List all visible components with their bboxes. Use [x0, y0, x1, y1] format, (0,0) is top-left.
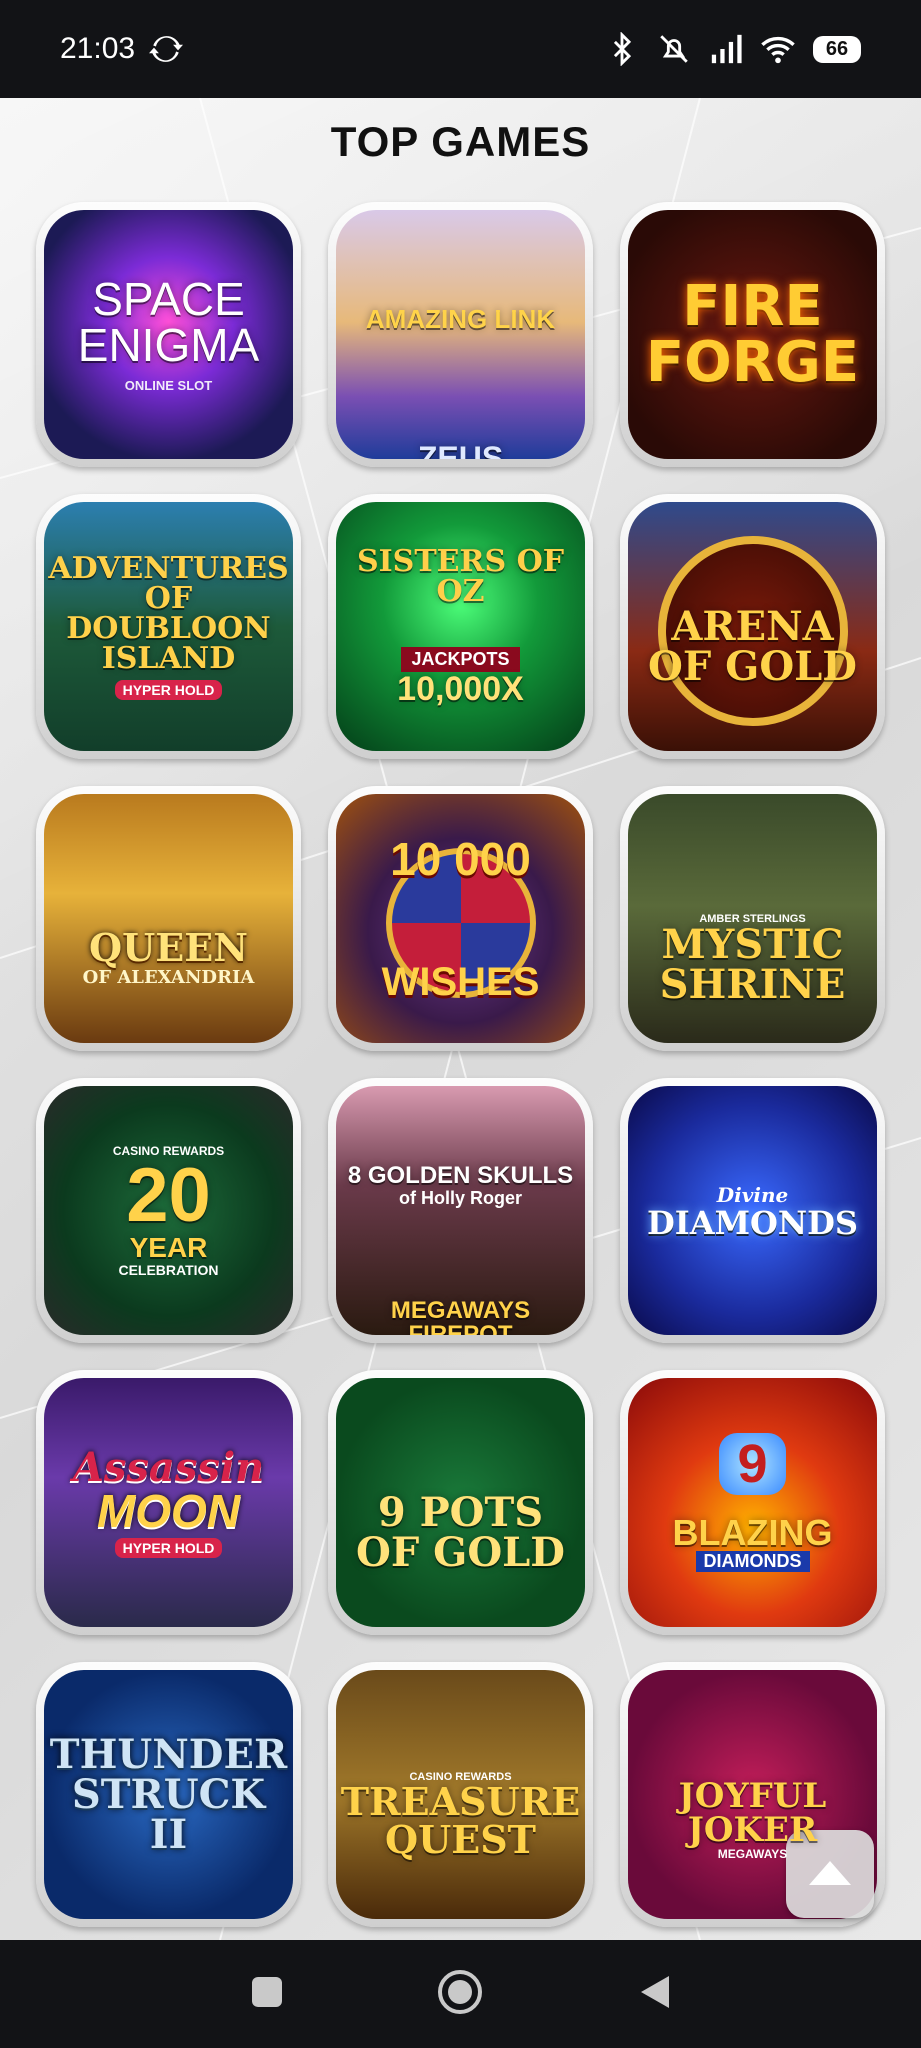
wifi-icon — [761, 32, 795, 66]
game-title: QUEEN — [89, 925, 248, 970]
sync-icon — [149, 32, 184, 66]
game-art: 9 POTS OF GOLD — [336, 1378, 585, 1627]
game-subtitle: ONLINE SLOT — [124, 378, 213, 393]
triangle-back-icon — [637, 1974, 671, 2015]
bell-muted-icon — [657, 32, 691, 66]
game-title: FIRE FORGE — [645, 273, 860, 395]
game-title: AMAZING LINK — [365, 303, 556, 334]
game-tile-9-pots-of-gold[interactable]: 9 POTS OF GOLD — [328, 1370, 593, 1635]
game-tile-arena-of-gold[interactable]: ARENA OF GOLD — [620, 494, 885, 759]
game-extra: 10,000X — [397, 670, 524, 708]
nav-home-button[interactable] — [432, 1966, 488, 2022]
game-tile-space-enigma[interactable]: SPACE ENIGMA ONLINE SLOT — [36, 202, 301, 467]
page-title: TOP GAMES — [330, 118, 591, 165]
game-tile-queen-of-alexandria[interactable]: QUEEN OF ALEXANDRIA — [36, 786, 301, 1051]
game-tile-10000-wishes[interactable]: 10 000 WISHES — [328, 786, 593, 1051]
game-art: 8 GOLDEN SKULLS of Holly Roger MEGAWAYS … — [336, 1086, 585, 1335]
game-tile-treasure-quest[interactable]: CASINO REWARDS TREASURE QUEST — [328, 1662, 593, 1927]
game-art: SPACE ENIGMA ONLINE SLOT — [44, 210, 293, 459]
game-subtitle: OF ALEXANDRIA — [82, 967, 255, 988]
game-art: FIRE FORGE — [628, 210, 877, 459]
game-extra: YEAR — [129, 1231, 208, 1263]
game-art: 10 000 WISHES — [336, 794, 585, 1043]
nav-back-button[interactable] — [626, 1966, 682, 2022]
game-tile-assassin-moon[interactable]: Assassin MOON HYPER HOLD — [36, 1370, 301, 1635]
game-art: QUEEN OF ALEXANDRIA — [44, 794, 293, 1043]
game-title: JOYFUL JOKER — [678, 1775, 827, 1850]
circle-icon — [437, 1969, 483, 2020]
game-tile-sisters-of-oz[interactable]: SISTERS OF OZ JACKPOTS 10,000X — [328, 494, 593, 759]
status-right: 66 — [605, 32, 861, 66]
game-art: AMBER STERLINGS MYSTIC SHRINE — [628, 794, 877, 1043]
game-art: CASINO REWARDS TREASURE QUEST — [336, 1670, 585, 1919]
game-title: BLAZING — [672, 1512, 833, 1553]
game-badge: HYPER HOLD — [114, 679, 223, 700]
game-title: SISTERS OF OZ — [356, 544, 565, 609]
bluetooth-icon — [605, 32, 639, 66]
game-tile-blazing-diamonds[interactable]: 9 BLAZING DIAMONDS — [620, 1370, 885, 1635]
game-title: Assassin — [72, 1443, 265, 1491]
game-subtitle: ZEUS — [417, 439, 504, 460]
game-extra: MEGAWAYS FIREPOT — [390, 1297, 531, 1336]
game-title: 9 POTS OF GOLD — [356, 1488, 565, 1576]
game-tile-divine-diamonds[interactable]: Divine DIAMONDS — [620, 1078, 885, 1343]
game-tile-mystic-shrine[interactable]: AMBER STERLINGS MYSTIC SHRINE — [620, 786, 885, 1051]
game-title: 20 — [126, 1152, 211, 1238]
status-time: 21:03 — [60, 32, 136, 65]
game-art: AMAZING LINK ZEUS — [336, 210, 585, 459]
game-title: ARENA OF GOLD — [648, 602, 857, 690]
game-subtitle: JACKPOTS — [401, 647, 520, 672]
game-subtitle: WISHES — [381, 959, 540, 1004]
game-subtitle: Divine — [716, 1182, 789, 1207]
game-art: ADVENTURES OF DOUBLOON ISLAND HYPER HOLD — [44, 502, 293, 751]
game-tile-amazing-link-zeus[interactable]: AMAZING LINK ZEUS — [328, 202, 593, 467]
game-art: Divine DIAMONDS — [628, 1086, 877, 1335]
game-title: ADVENTURES OF DOUBLOON ISLAND — [48, 550, 289, 676]
game-tile-8-golden-skulls[interactable]: 8 GOLDEN SKULLS of Holly Roger MEGAWAYS … — [328, 1078, 593, 1343]
game-extra: 9 — [719, 1433, 786, 1495]
game-tile-doubloon-island[interactable]: ADVENTURES OF DOUBLOON ISLAND HYPER HOLD — [36, 494, 301, 759]
game-art: THUNDER STRUCK II — [44, 1670, 293, 1919]
system-nav-bar — [0, 1940, 921, 2048]
status-left: 21:03 — [60, 32, 184, 66]
game-badge: HYPER HOLD — [114, 1537, 223, 1558]
game-extra: MOON — [96, 1484, 241, 1537]
game-title: DIAMONDS — [647, 1203, 858, 1242]
game-title: 10 000 — [390, 832, 531, 885]
game-title: MYSTIC SHRINE — [659, 920, 846, 1008]
game-tile-20-year-celebration[interactable]: CASINO REWARDS 20 YEAR CELEBRATION — [36, 1078, 301, 1343]
game-art: Assassin MOON HYPER HOLD — [44, 1378, 293, 1627]
game-tile-thunderstruck-ii[interactable]: THUNDER STRUCK II — [36, 1662, 301, 1927]
game-title: THUNDER STRUCK II — [49, 1730, 288, 1858]
game-tile-fire-forge[interactable]: FIRE FORGE — [620, 202, 885, 467]
game-subtitle: of Holly Roger — [398, 1188, 522, 1208]
nav-recent-button[interactable] — [239, 1966, 295, 2022]
game-title: TREASURE QUEST — [340, 1778, 581, 1862]
game-art: SISTERS OF OZ JACKPOTS 10,000X — [336, 502, 585, 751]
game-subtitle: MEGAWAYS — [717, 1846, 788, 1861]
game-title: 8 GOLDEN SKULLS — [347, 1162, 574, 1189]
square-icon — [250, 1975, 284, 2014]
game-art: 9 BLAZING DIAMONDS — [628, 1378, 877, 1627]
game-art: CASINO REWARDS 20 YEAR CELEBRATION — [44, 1086, 293, 1335]
game-title: SPACE ENIGMA — [77, 273, 260, 371]
game-subtitle: DIAMONDS — [695, 1551, 810, 1572]
main-content[interactable]: TOP GAMES SPACE ENIGMA ONLINE SLOT AMAZI… — [0, 98, 921, 1940]
chevron-up-icon — [807, 1857, 853, 1892]
game-extra-2: CELEBRATION — [118, 1261, 219, 1278]
game-art: ARENA OF GOLD — [628, 502, 877, 751]
signal-icon — [709, 32, 743, 66]
battery-indicator: 66 — [813, 35, 861, 63]
games-grid: SPACE ENIGMA ONLINE SLOT AMAZING LINK ZE… — [36, 202, 887, 1927]
status-bar: 21:03 66 — [0, 0, 921, 98]
